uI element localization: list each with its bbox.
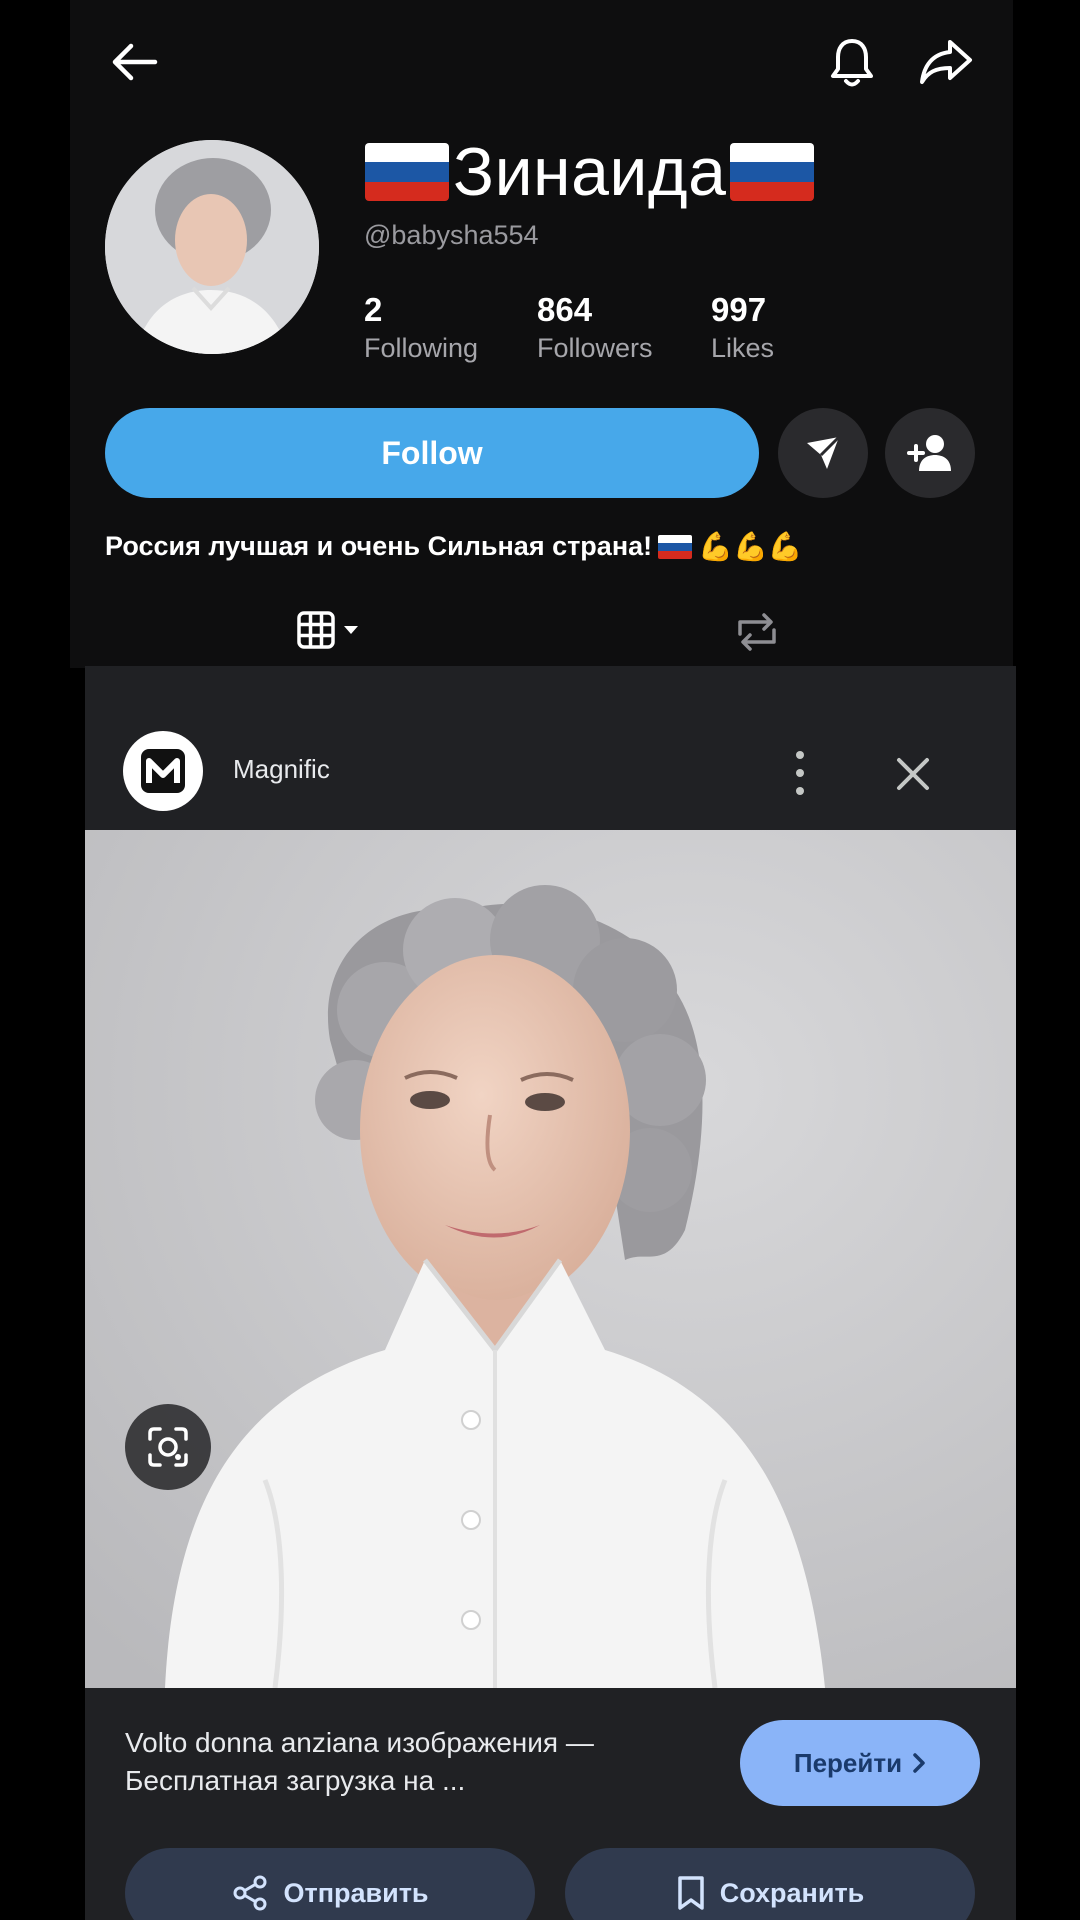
tab-reposts[interactable] xyxy=(732,610,782,654)
avatar[interactable] xyxy=(105,140,319,354)
image-search-sheet: Magnific Volto donna anziana изображения… xyxy=(85,666,1016,1920)
stat-value: 2 xyxy=(364,291,383,328)
share-nodes-icon xyxy=(233,1875,267,1911)
lens-icon xyxy=(148,1427,188,1467)
save-button[interactable]: Сохранить xyxy=(565,1848,975,1920)
stat-label: Followers xyxy=(537,333,653,363)
username-handle: @babysha554 xyxy=(364,220,539,250)
visit-button[interactable]: Перейти xyxy=(740,1720,980,1806)
stat-value: 997 xyxy=(711,291,767,328)
stat-following[interactable]: 2 Following xyxy=(364,290,478,366)
add-friend-button[interactable] xyxy=(885,408,975,498)
save-label: Сохранить xyxy=(719,1877,865,1908)
chevron-right-icon xyxy=(913,1753,925,1773)
display-name: Зинаида xyxy=(365,132,815,212)
add-user-icon xyxy=(907,435,951,471)
magnific-logo xyxy=(123,731,203,811)
share-arrow-icon[interactable] xyxy=(914,30,978,94)
bio: Россия лучшая и очень Сильная страна! 💪💪… xyxy=(105,530,803,563)
russia-flag-icon xyxy=(658,534,693,559)
bell-icon[interactable] xyxy=(820,30,884,94)
send-button[interactable]: Отправить xyxy=(125,1848,535,1920)
send-label: Отправить xyxy=(283,1877,429,1908)
result-title[interactable]: Volto donna anziana изображения — Беспла… xyxy=(125,1724,665,1800)
follow-button[interactable]: Follow xyxy=(105,408,759,498)
back-arrow-icon[interactable] xyxy=(102,30,166,94)
sheet-header: Magnific xyxy=(85,666,1016,830)
russia-flag-icon xyxy=(365,143,449,201)
tab-videos-grid[interactable] xyxy=(296,610,360,650)
grid-icon xyxy=(297,611,335,649)
stat-value: 864 xyxy=(537,291,593,328)
lens-search-button[interactable] xyxy=(125,1404,211,1490)
result-image[interactable] xyxy=(85,830,1016,1688)
bio-text: Россия лучшая и очень Сильная страна! xyxy=(105,531,653,561)
muscle-emoji: 💪💪💪 xyxy=(698,531,803,562)
source-name[interactable]: Magnific xyxy=(233,754,330,785)
close-icon[interactable] xyxy=(885,746,941,802)
bookmark-icon xyxy=(677,1876,704,1910)
profile-panel: Зинаида @babysha554 2 Following 864 Foll… xyxy=(70,0,1013,668)
stat-followers[interactable]: 864 Followers xyxy=(537,290,653,366)
stat-label: Following xyxy=(364,333,479,363)
stat-likes[interactable]: 997 Likes xyxy=(711,290,774,366)
send-plane-icon xyxy=(807,435,841,469)
message-button[interactable] xyxy=(778,408,868,498)
caret-down-icon xyxy=(344,626,358,634)
stat-label: Likes xyxy=(711,333,775,363)
repost-icon xyxy=(738,613,776,651)
display-name-text: Зинаида xyxy=(453,134,727,210)
russia-flag-icon xyxy=(730,143,815,201)
more-options-icon[interactable] xyxy=(785,745,815,801)
visit-label: Перейти xyxy=(793,1747,903,1778)
